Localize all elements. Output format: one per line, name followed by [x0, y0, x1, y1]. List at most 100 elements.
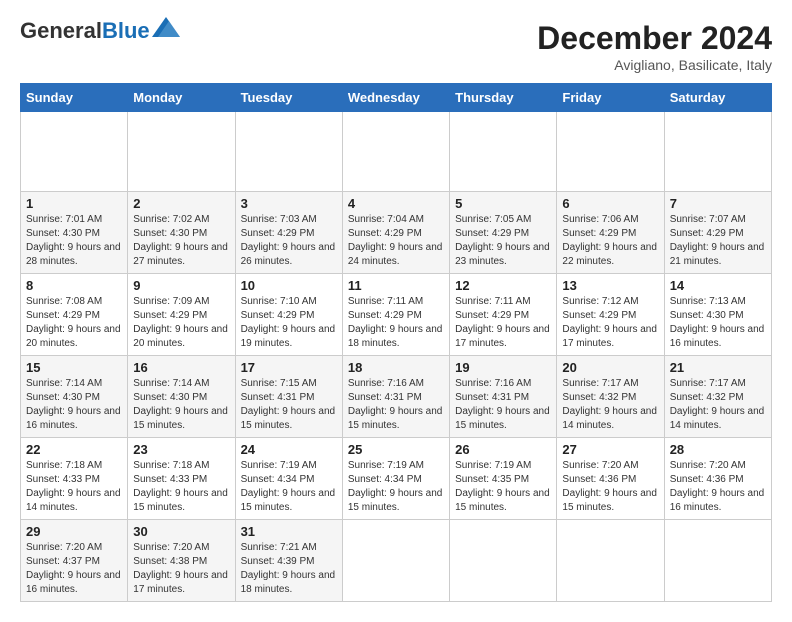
calendar-cell: [664, 520, 771, 602]
day-info: Sunrise: 7:17 AMSunset: 4:32 PMDaylight:…: [670, 377, 766, 433]
logo: GeneralBlue: [20, 20, 180, 42]
calendar-cell: 13 Sunrise: 7:12 AMSunset: 4:29 PMDayligh…: [557, 274, 664, 356]
calendar-cell: 17Sunrise: 7:15 AMSunset: 4:31 PMDayligh…: [235, 356, 342, 438]
day-number: 19: [455, 360, 551, 375]
calendar-table: SundayMondayTuesdayWednesdayThursdayFrid…: [20, 83, 772, 602]
calendar-cell: 10Sunrise: 7:10 AMSunset: 4:29 PMDayligh…: [235, 274, 342, 356]
day-number: 13: [562, 278, 658, 293]
calendar-cell: [21, 112, 128, 192]
logo-text: GeneralBlue: [20, 20, 150, 42]
calendar-cell: 3 Sunrise: 7:03 AMSunset: 4:29 PMDaylight…: [235, 192, 342, 274]
calendar-cell: [450, 112, 557, 192]
day-number: 6: [562, 196, 658, 211]
day-info: Sunrise: 7:07 AMSunset: 4:29 PMDaylight:…: [670, 213, 766, 269]
calendar-cell: 6 Sunrise: 7:06 AMSunset: 4:29 PMDaylight…: [557, 192, 664, 274]
day-info: Sunrise: 7:19 AMSunset: 4:34 PMDaylight:…: [241, 459, 337, 515]
day-number: 28: [670, 442, 766, 457]
day-info: Sunrise: 7:18 AMSunset: 4:33 PMDaylight:…: [133, 459, 229, 515]
location-subtitle: Avigliano, Basilicate, Italy: [537, 57, 772, 73]
logo-general: General: [20, 18, 102, 43]
day-info: Sunrise: 7:12 AMSunset: 4:29 PMDaylight:…: [562, 295, 658, 351]
day-info: Sunrise: 7:05 AMSunset: 4:29 PMDaylight:…: [455, 213, 551, 269]
day-number: 14: [670, 278, 766, 293]
weekday-header-thursday: Thursday: [450, 84, 557, 112]
day-info: Sunrise: 7:14 AMSunset: 4:30 PMDaylight:…: [133, 377, 229, 433]
day-number: 9: [133, 278, 229, 293]
day-number: 26: [455, 442, 551, 457]
day-info: Sunrise: 7:13 AMSunset: 4:30 PMDaylight:…: [670, 295, 766, 351]
weekday-header-sunday: Sunday: [21, 84, 128, 112]
calendar-cell: 2 Sunrise: 7:02 AMSunset: 4:30 PMDaylight…: [128, 192, 235, 274]
calendar-cell: 31Sunrise: 7:21 AMSunset: 4:39 PMDayligh…: [235, 520, 342, 602]
day-number: 8: [26, 278, 122, 293]
day-number: 30: [133, 524, 229, 539]
page-header: GeneralBlue December 2024 Avigliano, Bas…: [20, 20, 772, 73]
day-number: 3: [241, 196, 337, 211]
day-info: Sunrise: 7:06 AMSunset: 4:29 PMDaylight:…: [562, 213, 658, 269]
day-info: Sunrise: 7:18 AMSunset: 4:33 PMDaylight:…: [26, 459, 122, 515]
calendar-cell: 18 Sunrise: 7:16 AMSunset: 4:31 PMDayligh…: [342, 356, 449, 438]
week-row-1: [21, 112, 772, 192]
day-number: 29: [26, 524, 122, 539]
calendar-cell: 1 Sunrise: 7:01 AMSunset: 4:30 PMDaylight…: [21, 192, 128, 274]
calendar-cell: 8 Sunrise: 7:08 AMSunset: 4:29 PMDaylight…: [21, 274, 128, 356]
day-number: 20: [562, 360, 658, 375]
calendar-cell: 24 Sunrise: 7:19 AMSunset: 4:34 PMDayligh…: [235, 438, 342, 520]
logo-icon: [152, 17, 180, 37]
calendar-cell: [664, 112, 771, 192]
day-info: Sunrise: 7:20 AMSunset: 4:38 PMDaylight:…: [133, 541, 229, 597]
day-info: Sunrise: 7:19 AMSunset: 4:35 PMDaylight:…: [455, 459, 551, 515]
day-info: Sunrise: 7:01 AMSunset: 4:30 PMDaylight:…: [26, 213, 122, 269]
weekday-header-wednesday: Wednesday: [342, 84, 449, 112]
day-number: 7: [670, 196, 766, 211]
calendar-cell: 23 Sunrise: 7:18 AMSunset: 4:33 PMDayligh…: [128, 438, 235, 520]
week-row-5: 22Sunrise: 7:18 AMSunset: 4:33 PMDayligh…: [21, 438, 772, 520]
day-info: Sunrise: 7:02 AMSunset: 4:30 PMDaylight:…: [133, 213, 229, 269]
day-number: 17: [241, 360, 337, 375]
day-number: 25: [348, 442, 444, 457]
calendar-cell: 7 Sunrise: 7:07 AMSunset: 4:29 PMDaylight…: [664, 192, 771, 274]
day-number: 16: [133, 360, 229, 375]
day-number: 21: [670, 360, 766, 375]
calendar-cell: 14 Sunrise: 7:13 AMSunset: 4:30 PMDayligh…: [664, 274, 771, 356]
day-number: 18: [348, 360, 444, 375]
weekday-header-saturday: Saturday: [664, 84, 771, 112]
day-number: 15: [26, 360, 122, 375]
day-info: Sunrise: 7:16 AMSunset: 4:31 PMDaylight:…: [348, 377, 444, 433]
day-number: 2: [133, 196, 229, 211]
calendar-cell: 4 Sunrise: 7:04 AMSunset: 4:29 PMDaylight…: [342, 192, 449, 274]
calendar-cell: 16 Sunrise: 7:14 AMSunset: 4:30 PMDayligh…: [128, 356, 235, 438]
day-number: 23: [133, 442, 229, 457]
week-row-4: 15 Sunrise: 7:14 AMSunset: 4:30 PMDayligh…: [21, 356, 772, 438]
week-row-3: 8 Sunrise: 7:08 AMSunset: 4:29 PMDaylight…: [21, 274, 772, 356]
day-info: Sunrise: 7:09 AMSunset: 4:29 PMDaylight:…: [133, 295, 229, 351]
calendar-cell: [235, 112, 342, 192]
calendar-cell: 21 Sunrise: 7:17 AMSunset: 4:32 PMDayligh…: [664, 356, 771, 438]
title-section: December 2024 Avigliano, Basilicate, Ita…: [537, 20, 772, 73]
day-info: Sunrise: 7:14 AMSunset: 4:30 PMDaylight:…: [26, 377, 122, 433]
day-info: Sunrise: 7:08 AMSunset: 4:29 PMDaylight:…: [26, 295, 122, 351]
day-number: 4: [348, 196, 444, 211]
calendar-cell: 20 Sunrise: 7:17 AMSunset: 4:32 PMDayligh…: [557, 356, 664, 438]
calendar-cell: 29 Sunrise: 7:20 AMSunset: 4:37 PMDayligh…: [21, 520, 128, 602]
day-info: Sunrise: 7:17 AMSunset: 4:32 PMDaylight:…: [562, 377, 658, 433]
calendar-cell: 25Sunrise: 7:19 AMSunset: 4:34 PMDayligh…: [342, 438, 449, 520]
day-number: 12: [455, 278, 551, 293]
day-number: 11: [348, 278, 444, 293]
calendar-cell: 11Sunrise: 7:11 AMSunset: 4:29 PMDayligh…: [342, 274, 449, 356]
calendar-cell: [450, 520, 557, 602]
day-info: Sunrise: 7:20 AMSunset: 4:37 PMDaylight:…: [26, 541, 122, 597]
day-number: 24: [241, 442, 337, 457]
day-info: Sunrise: 7:04 AMSunset: 4:29 PMDaylight:…: [348, 213, 444, 269]
day-info: Sunrise: 7:20 AMSunset: 4:36 PMDaylight:…: [562, 459, 658, 515]
day-number: 10: [241, 278, 337, 293]
calendar-cell: 5 Sunrise: 7:05 AMSunset: 4:29 PMDaylight…: [450, 192, 557, 274]
day-number: 5: [455, 196, 551, 211]
calendar-cell: 19Sunrise: 7:16 AMSunset: 4:31 PMDayligh…: [450, 356, 557, 438]
calendar-cell: [557, 520, 664, 602]
calendar-cell: 26 Sunrise: 7:19 AMSunset: 4:35 PMDayligh…: [450, 438, 557, 520]
day-number: 1: [26, 196, 122, 211]
calendar-cell: 9 Sunrise: 7:09 AMSunset: 4:29 PMDaylight…: [128, 274, 235, 356]
logo-blue: Blue: [102, 18, 150, 43]
day-info: Sunrise: 7:03 AMSunset: 4:29 PMDaylight:…: [241, 213, 337, 269]
